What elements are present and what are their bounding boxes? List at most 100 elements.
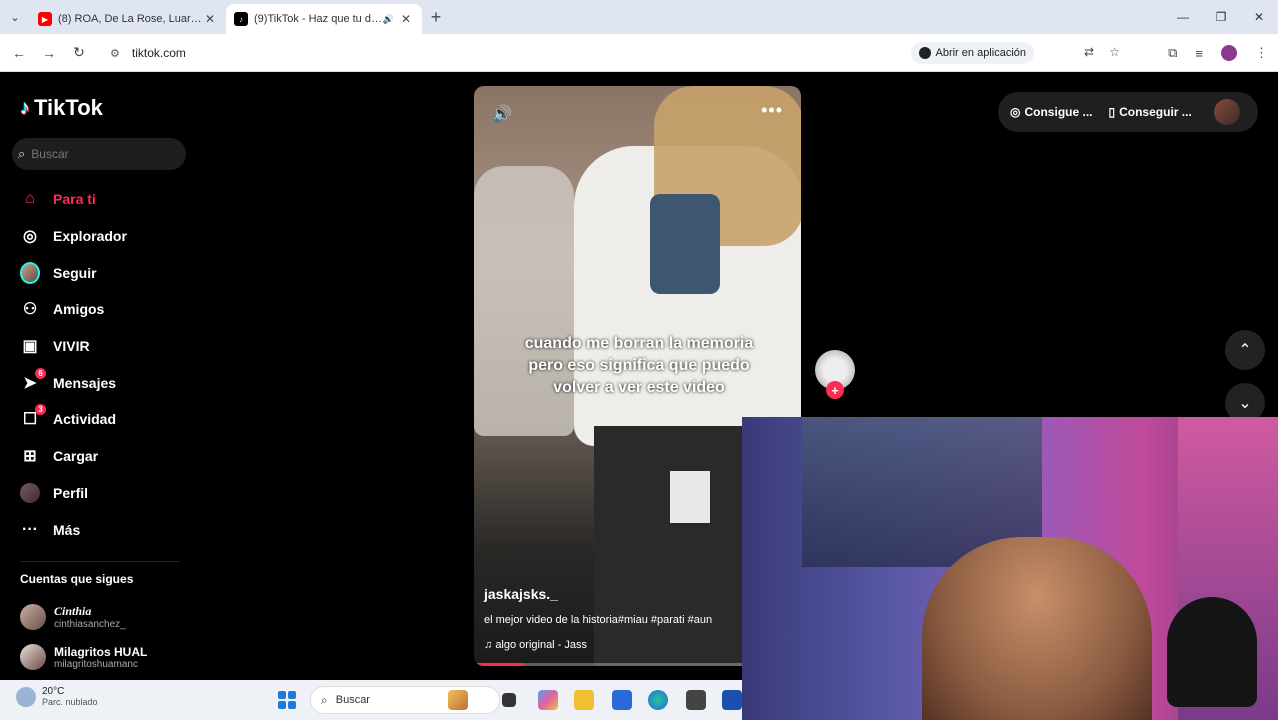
tab-title: (9)TikTok - Haz que tu día se... [254, 13, 383, 25]
video-sound[interactable]: ♫ algo original - Jass [484, 639, 587, 651]
sidebar-item-seguir[interactable]: Seguir [20, 254, 190, 291]
search-input[interactable]: ⌕ Buscar [12, 138, 186, 170]
sidebar-item-label: Actividad [53, 411, 117, 428]
more-icon: ··· [22, 520, 38, 538]
more-options-icon[interactable]: ••• [761, 100, 783, 121]
sidebar-item-amigos[interactable]: ⚇ Amigos [20, 291, 190, 328]
live-icon: ▣ [22, 338, 38, 356]
sidebar-divider [20, 561, 180, 562]
store-icon[interactable] [722, 690, 742, 710]
tiktok-note-icon: ♪ [20, 96, 30, 119]
open-in-app-button[interactable]: Abrir en aplicación [910, 42, 1034, 64]
extensions-icon[interactable]: ⧉ [1168, 45, 1177, 61]
weather-cloud-icon [16, 686, 36, 707]
app-icon[interactable] [686, 690, 706, 710]
widgets-app-icon[interactable] [448, 690, 468, 710]
activity-icon: ☐ 3 [20, 404, 46, 429]
sidebar-item-cargar[interactable]: ⊞ Cargar [20, 438, 190, 475]
tab-close-icon[interactable]: ✕ [202, 12, 218, 26]
minimize-icon[interactable]: — [1164, 0, 1202, 34]
get-coins-button[interactable]: ◎ Consigue ... [1010, 105, 1093, 119]
address-bar[interactable]: ⚙ tiktok.com Abrir en aplicación ⇄ ☆ [100, 39, 1140, 67]
following-avatar-icon [20, 261, 40, 284]
follow-plus-icon[interactable]: + [826, 381, 844, 399]
sidebar-item-para-ti[interactable]: ⌂ Para ti [20, 181, 190, 218]
audio-playing-icon[interactable]: 🔊 [383, 14, 394, 25]
browser-menu-icon[interactable]: ⋮ [1255, 45, 1268, 61]
previous-video-button[interactable]: ⌃ [1225, 330, 1265, 370]
sidebar-item-label: Más [53, 521, 81, 538]
upload-icon: ⊞ [23, 448, 37, 466]
user-avatar[interactable] [1213, 99, 1240, 125]
activity-badge: 3 [35, 404, 46, 416]
get-coins-label: Consigue ... [1024, 105, 1093, 119]
file-explorer-icon[interactable] [574, 690, 594, 710]
sidebar-item-label: Para ti [53, 191, 96, 208]
avatar [20, 644, 46, 670]
windows-start-icon[interactable] [278, 691, 296, 709]
profile-avatar-icon [20, 482, 40, 503]
music-note-icon: ♫ [484, 639, 496, 651]
following-account[interactable]: Cinthia cinthiasanchez_ [20, 597, 147, 637]
friends-icon: ⚇ [22, 301, 38, 319]
sidebar-item-actividad[interactable]: ☐ 3 Actividad [20, 401, 190, 438]
bookmark-star-icon[interactable]: ☆ [1109, 45, 1120, 59]
compass-icon: ◎ [23, 228, 37, 246]
chevron-up-icon: ⌃ [1238, 342, 1252, 359]
task-view-icon[interactable] [502, 693, 516, 707]
phone-icon: ▯ [1108, 105, 1116, 119]
forward-icon[interactable]: → [34, 45, 64, 61]
coin-icon: ◎ [1010, 105, 1021, 119]
open-in-app-label: Abrir en aplicación [935, 47, 1027, 59]
get-app-label: Conseguir ... [1119, 105, 1192, 119]
url-text: tiktok.com [131, 46, 186, 60]
tab-tiktok[interactable]: ♪ (9)TikTok - Haz que tu día se... 🔊 ✕ [226, 4, 422, 34]
restore-icon[interactable]: ❐ [1202, 0, 1240, 34]
translate-icon[interactable]: ⇄ [1084, 45, 1094, 59]
avatar [20, 604, 46, 630]
tab-close-icon[interactable]: ✕ [398, 12, 414, 26]
webcam-overlay [742, 417, 1278, 720]
video-caption: cuando me borran la memoria pero eso sig… [524, 335, 754, 396]
tiktok-logo[interactable]: ♪ TikTok [20, 95, 103, 121]
sidebar-item-vivir[interactable]: ▣ VIVIR [20, 328, 190, 365]
chevron-down-icon: ⌄ [1238, 395, 1252, 412]
sidebar-item-mensajes[interactable]: ➤ 6 Mensajes [20, 364, 190, 401]
sidebar-item-label: Explorador [53, 228, 127, 245]
back-icon[interactable]: ← [4, 45, 34, 61]
sound-label: algo original - Jass [495, 639, 588, 651]
sidebar-item-label: Seguir [53, 264, 97, 281]
sidebar-item-explorador[interactable]: ◎ Explorador [20, 218, 190, 255]
get-app-button[interactable]: ▯ Conseguir ... [1109, 105, 1192, 119]
media-control-icon[interactable]: ≡ [1195, 46, 1203, 61]
home-icon: ⌂ [25, 190, 35, 208]
sidebar-item-perfil[interactable]: Perfil [20, 475, 190, 512]
outlook-icon[interactable] [612, 690, 632, 710]
browser-tab-bar: ⌄ ▶ (8) ROA, De La Rose, Luar La L... ✕ … [0, 0, 1278, 34]
reload-icon[interactable]: ↻ [64, 44, 94, 61]
tiktok-icon: ♪ [234, 12, 248, 26]
new-tab-button[interactable]: + [422, 7, 450, 28]
account-handle: milagritoshuamanc [54, 658, 138, 670]
search-icon: ⌕ [321, 692, 328, 707]
youtube-icon: ▶ [38, 12, 52, 26]
volume-icon[interactable]: 🔊 [492, 104, 512, 124]
edge-icon[interactable] [648, 690, 668, 710]
sidebar-item-label: Cargar [53, 448, 99, 465]
following-account[interactable]: Milagritos HUAL milagritoshuamanc [20, 637, 147, 677]
sidebar-item-mas[interactable]: ··· Más [20, 511, 190, 548]
top-right-actions: ◎ Consigue ... ▯ Conseguir ... [998, 92, 1258, 132]
tab-search-chevron-icon[interactable]: ⌄ [0, 0, 30, 34]
weather-widget[interactable]: 20°C Parc. nublado [16, 686, 98, 707]
tab-youtube[interactable]: ▶ (8) ROA, De La Rose, Luar La L... ✕ [30, 4, 226, 34]
site-info-icon[interactable]: ⚙ [110, 47, 120, 60]
logo-text: TikTok [34, 95, 103, 120]
video-author[interactable]: jaskajsks._ [484, 586, 558, 602]
copilot-icon[interactable] [538, 690, 558, 710]
profile-avatar[interactable] [1221, 45, 1237, 61]
taskbar-search[interactable]: ⌕ Buscar [310, 686, 500, 714]
close-window-icon[interactable]: ✕ [1240, 0, 1278, 34]
weather-condition: Parc. nublado [42, 697, 98, 707]
search-icon: ⌕ [18, 146, 26, 161]
messages-icon: ➤ 6 [20, 367, 46, 393]
